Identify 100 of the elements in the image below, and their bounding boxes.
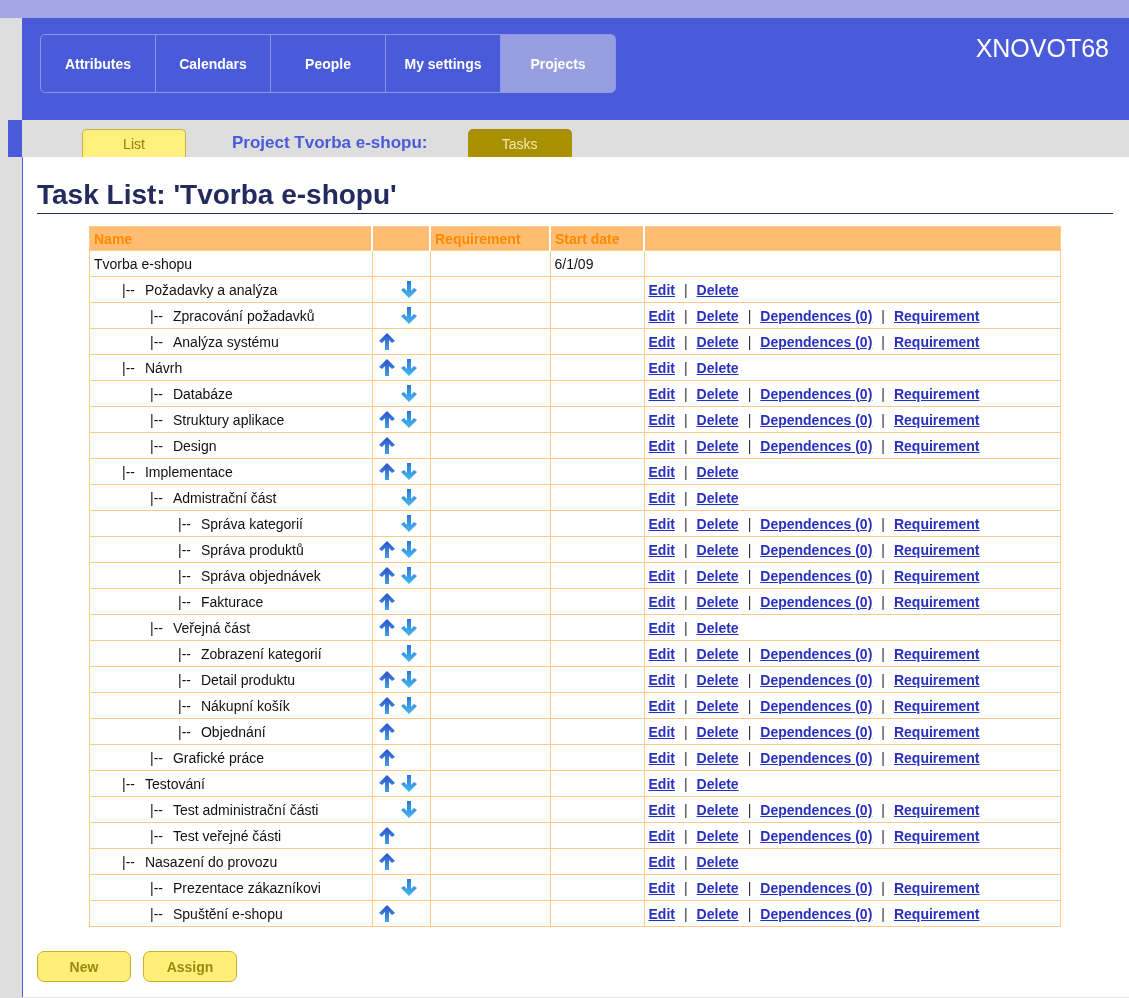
up-arrow-icon[interactable] — [378, 593, 395, 610]
action-link[interactable]: Delete — [696, 515, 739, 532]
action-link[interactable]: Delete — [696, 801, 739, 818]
up-arrow-icon[interactable] — [378, 463, 395, 480]
action-link[interactable]: Requirement — [893, 645, 980, 662]
action-link[interactable]: Edit — [648, 853, 675, 870]
action-link[interactable]: Edit — [648, 307, 675, 324]
action-link[interactable]: Edit — [648, 359, 675, 376]
action-link[interactable]: Delete — [696, 463, 739, 480]
down-arrow-icon[interactable] — [400, 411, 417, 428]
action-link[interactable]: Dependences (0) — [760, 905, 873, 922]
action-link[interactable]: Requirement — [893, 697, 980, 714]
action-link[interactable]: Delete — [696, 385, 739, 402]
down-arrow-icon[interactable] — [400, 463, 417, 480]
down-arrow-icon[interactable] — [400, 879, 417, 896]
action-link[interactable]: Edit — [648, 775, 675, 792]
up-arrow-icon[interactable] — [378, 671, 395, 688]
up-arrow-icon[interactable] — [378, 333, 395, 350]
up-arrow-icon[interactable] — [378, 567, 395, 584]
up-arrow-icon[interactable] — [378, 619, 395, 636]
action-link[interactable]: Delete — [696, 281, 739, 298]
sub-tab[interactable]: List — [82, 129, 186, 157]
down-arrow-icon[interactable] — [400, 281, 417, 298]
action-link[interactable]: Requirement — [893, 541, 980, 558]
action-link[interactable]: Edit — [648, 645, 675, 662]
action-link[interactable]: Delete — [696, 775, 739, 792]
action-link[interactable]: Delete — [696, 411, 739, 428]
up-arrow-icon[interactable] — [378, 827, 395, 844]
action-link[interactable]: Requirement — [893, 749, 980, 766]
down-arrow-icon[interactable] — [400, 541, 417, 558]
action-link[interactable]: Edit — [648, 541, 675, 558]
action-link[interactable]: Delete — [696, 723, 739, 740]
up-arrow-icon[interactable] — [378, 411, 395, 428]
action-link[interactable]: Dependences (0) — [760, 723, 873, 740]
action-link[interactable]: Delete — [696, 359, 739, 376]
up-arrow-icon[interactable] — [378, 775, 395, 792]
action-link[interactable]: Delete — [696, 619, 739, 636]
down-arrow-icon[interactable] — [400, 385, 417, 402]
action-link[interactable]: Edit — [648, 671, 675, 688]
down-arrow-icon[interactable] — [400, 307, 417, 324]
down-arrow-icon[interactable] — [400, 489, 417, 506]
action-link[interactable]: Delete — [696, 645, 739, 662]
action-link[interactable]: Dependences (0) — [760, 437, 873, 454]
action-link[interactable]: Requirement — [893, 437, 980, 454]
action-link[interactable]: Requirement — [893, 307, 980, 324]
action-link[interactable]: Dependences (0) — [760, 749, 873, 766]
action-link[interactable]: Edit — [648, 567, 675, 584]
action-link[interactable]: Edit — [648, 515, 675, 532]
up-arrow-icon[interactable] — [378, 749, 395, 766]
action-link[interactable]: Edit — [648, 437, 675, 454]
action-link[interactable]: Delete — [696, 541, 739, 558]
down-arrow-icon[interactable] — [400, 671, 417, 688]
action-link[interactable]: Edit — [648, 879, 675, 896]
action-link[interactable]: Delete — [696, 697, 739, 714]
action-link[interactable]: Delete — [696, 827, 739, 844]
action-link[interactable]: Requirement — [893, 567, 980, 584]
up-arrow-icon[interactable] — [378, 437, 395, 454]
action-link[interactable]: Delete — [696, 489, 739, 506]
action-link[interactable]: Requirement — [893, 801, 980, 818]
up-arrow-icon[interactable] — [378, 541, 395, 558]
action-link[interactable]: Dependences (0) — [760, 801, 873, 818]
action-link[interactable]: Requirement — [893, 411, 980, 428]
action-link[interactable]: Delete — [696, 593, 739, 610]
action-link[interactable]: Dependences (0) — [760, 697, 873, 714]
nav-tab[interactable]: People — [271, 35, 386, 92]
action-link[interactable]: Dependences (0) — [760, 879, 873, 896]
action-link[interactable]: Dependences (0) — [760, 541, 873, 558]
action-link[interactable]: Edit — [648, 697, 675, 714]
action-link[interactable]: Edit — [648, 723, 675, 740]
action-link[interactable]: Dependences (0) — [760, 593, 873, 610]
action-link[interactable]: Delete — [696, 749, 739, 766]
action-link[interactable]: Dependences (0) — [760, 671, 873, 688]
down-arrow-icon[interactable] — [400, 619, 417, 636]
action-link[interactable]: Requirement — [893, 333, 980, 350]
action-link[interactable]: Delete — [696, 307, 739, 324]
action-link[interactable]: Edit — [648, 801, 675, 818]
action-link[interactable]: Edit — [648, 489, 675, 506]
action-link[interactable]: Edit — [648, 593, 675, 610]
action-link[interactable]: Requirement — [893, 593, 980, 610]
action-link[interactable]: Edit — [648, 619, 675, 636]
action-link[interactable]: Dependences (0) — [760, 515, 873, 532]
action-link[interactable]: Requirement — [893, 905, 980, 922]
action-link[interactable]: Edit — [648, 463, 675, 480]
nav-tab[interactable]: Attributes — [41, 35, 156, 92]
action-link[interactable]: Edit — [648, 827, 675, 844]
down-arrow-icon[interactable] — [400, 515, 417, 532]
action-link[interactable]: Dependences (0) — [760, 333, 873, 350]
action-link[interactable]: Edit — [648, 905, 675, 922]
action-link[interactable]: Delete — [696, 567, 739, 584]
action-link[interactable]: Edit — [648, 749, 675, 766]
up-arrow-icon[interactable] — [378, 723, 395, 740]
action-link[interactable]: Delete — [696, 905, 739, 922]
action-link[interactable]: Delete — [696, 333, 739, 350]
action-link[interactable]: Dependences (0) — [760, 385, 873, 402]
action-link[interactable]: Delete — [696, 671, 739, 688]
action-link[interactable]: Delete — [696, 879, 739, 896]
up-arrow-icon[interactable] — [378, 853, 395, 870]
nav-tab[interactable]: Calendars — [156, 35, 271, 92]
action-link[interactable]: Edit — [648, 281, 675, 298]
action-link[interactable]: Edit — [648, 385, 675, 402]
